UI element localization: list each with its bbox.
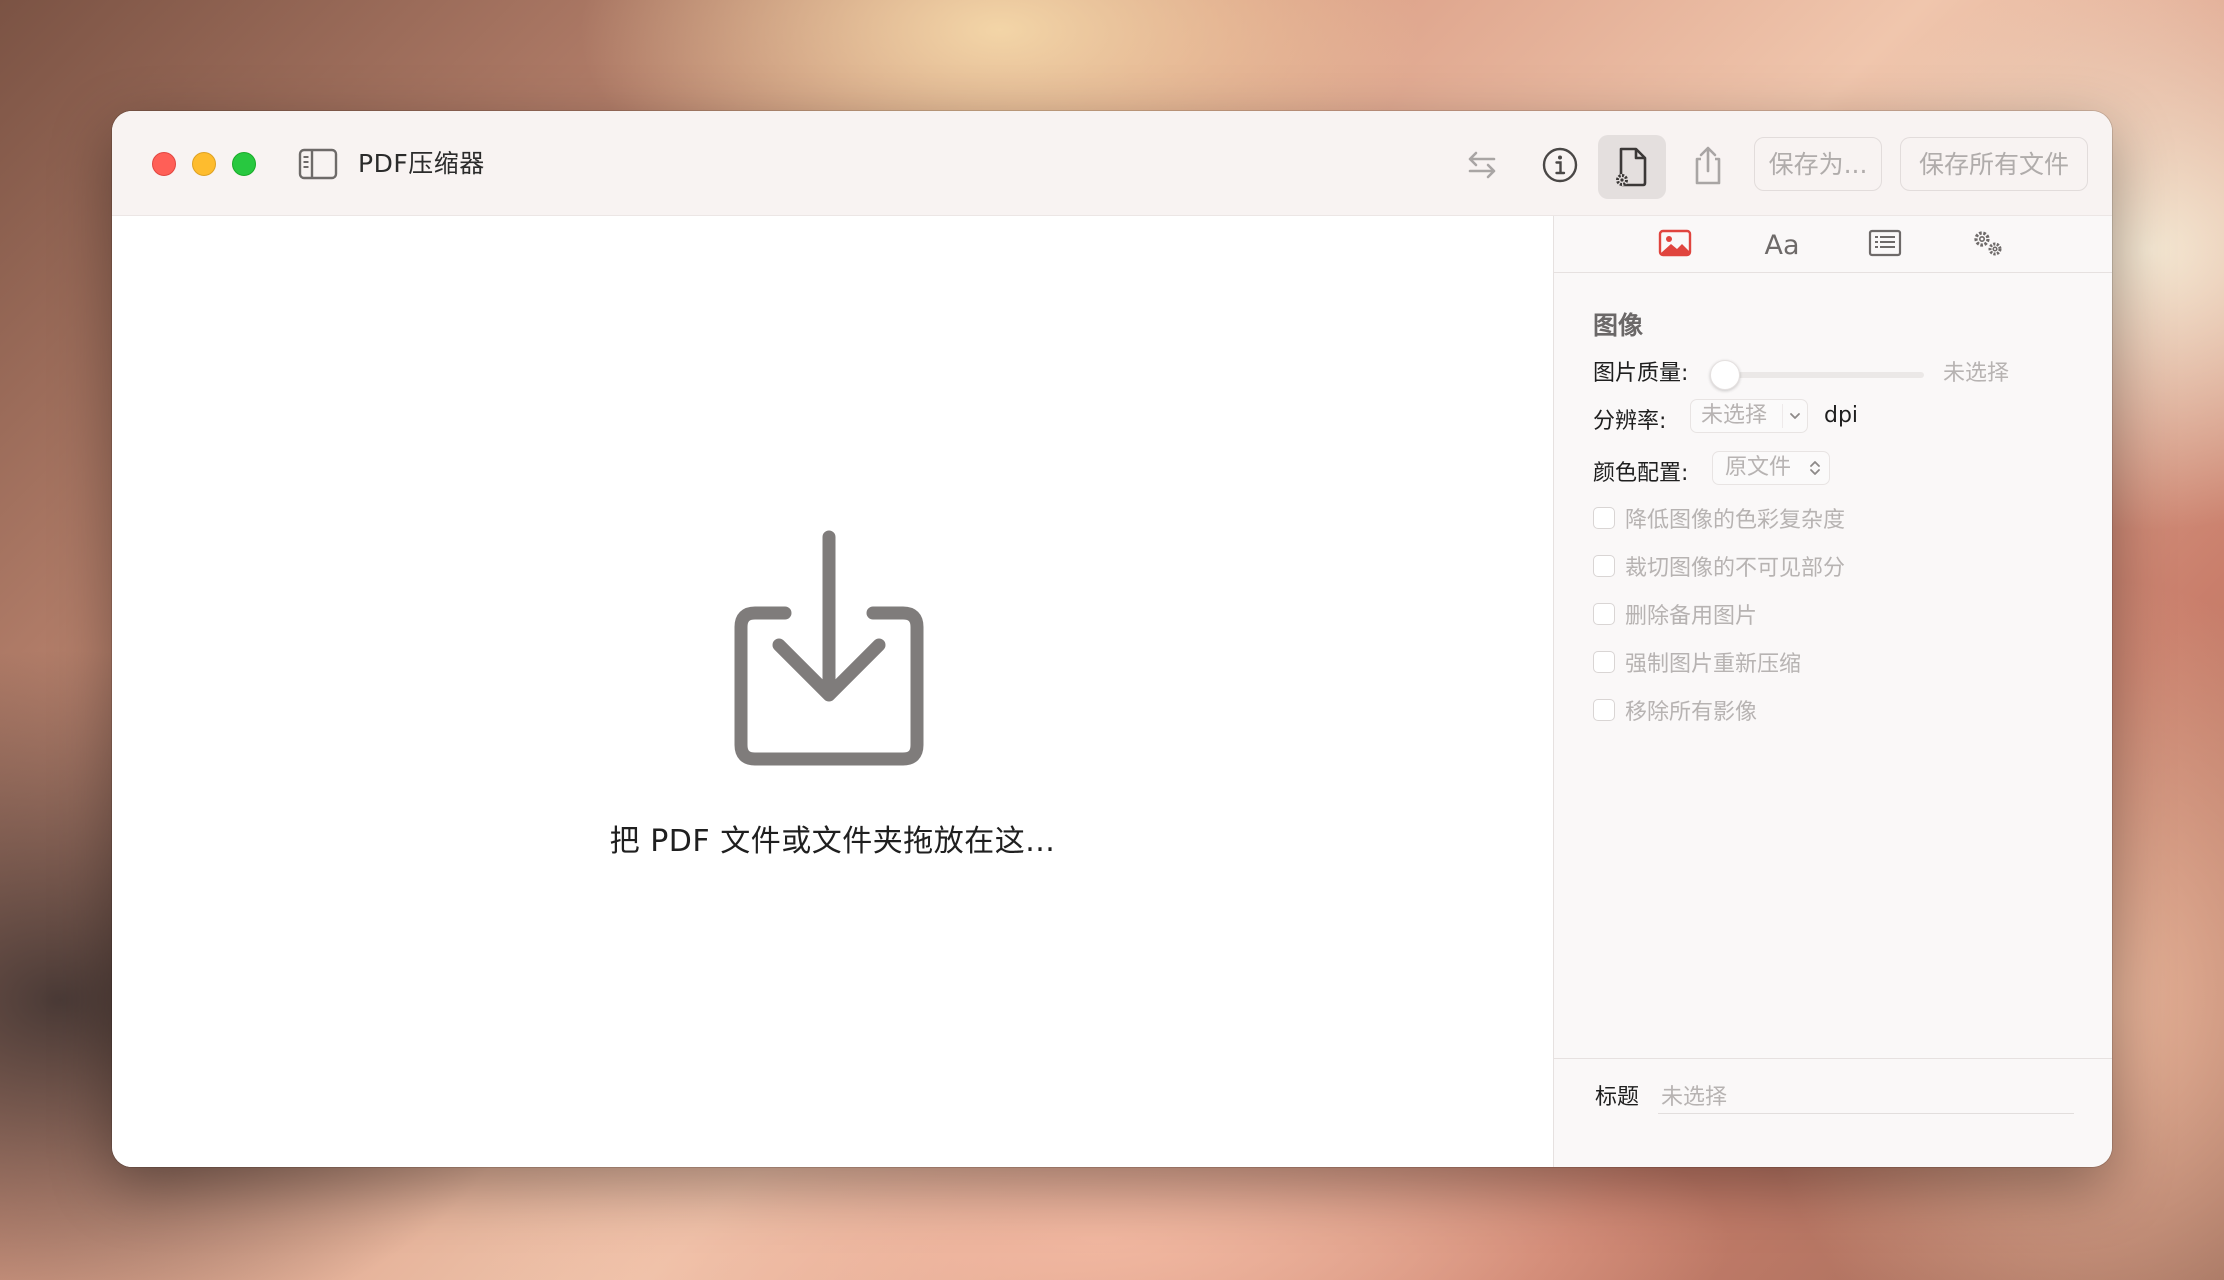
save-as-button[interactable]: 保存为... bbox=[1754, 137, 1882, 191]
checkbox-label: 裁切图像的不可见部分 bbox=[1625, 556, 1846, 581]
drop-instructions: 把 PDF 文件或文件夹拖放在这... bbox=[609, 824, 1056, 859]
resolution-unit: dpi bbox=[1824, 403, 1859, 428]
checkbox[interactable] bbox=[1593, 603, 1615, 625]
minimize-window-button[interactable] bbox=[192, 152, 216, 176]
image-quality-slider-knob[interactable] bbox=[1710, 360, 1740, 390]
text-list-icon bbox=[1868, 229, 1902, 261]
inspector-tabs: Aa bbox=[1554, 216, 2112, 273]
metadata-bar: 标题 未选择 bbox=[1554, 1058, 2112, 1167]
app-window: PDF压缩器 保存为... 保存所有文件 把 PDF 文件或文件夹拖放在这...… bbox=[112, 111, 2112, 1167]
checkbox-reduce-color-complexity[interactable]: 降低图像的色彩复杂度 bbox=[1593, 503, 1845, 533]
tab-fonts[interactable]: Aa bbox=[1754, 226, 1810, 264]
tab-advanced[interactable] bbox=[1968, 226, 2008, 264]
title-field-underline bbox=[1658, 1113, 2074, 1114]
close-window-button[interactable] bbox=[152, 152, 176, 176]
checkbox-label: 降低图像的色彩复杂度 bbox=[1625, 508, 1846, 533]
checkbox-label: 删除备用图片 bbox=[1625, 604, 1758, 629]
resolution-combobox[interactable]: 未选择 bbox=[1690, 399, 1808, 433]
section-title-image: 图像 bbox=[1593, 311, 1644, 340]
font-icon: Aa bbox=[1764, 229, 1800, 261]
chevron-down-icon[interactable] bbox=[1782, 404, 1807, 428]
zoom-window-button[interactable] bbox=[232, 152, 256, 176]
resolution-value: 未选择 bbox=[1701, 403, 1768, 428]
checkbox[interactable] bbox=[1593, 507, 1615, 529]
title-bar: PDF压缩器 保存为... 保存所有文件 bbox=[112, 111, 2112, 216]
document-settings-icon[interactable] bbox=[1598, 135, 1666, 199]
checkbox-force-recompress[interactable]: 强制图片重新压缩 bbox=[1593, 647, 1801, 677]
checkbox[interactable] bbox=[1593, 651, 1615, 673]
window-title: PDF压缩器 bbox=[358, 149, 485, 178]
info-icon[interactable] bbox=[1536, 141, 1584, 189]
gears-icon bbox=[1970, 228, 2006, 262]
share-icon[interactable] bbox=[1684, 141, 1732, 189]
tab-image[interactable] bbox=[1655, 226, 1695, 264]
title-field-label: 标题 bbox=[1595, 1085, 1640, 1110]
checkbox-crop-invisible-parts[interactable]: 裁切图像的不可见部分 bbox=[1593, 551, 1845, 581]
title-field-input[interactable]: 未选择 bbox=[1661, 1079, 1727, 1111]
image-quality-label: 图片质量: bbox=[1593, 361, 1689, 386]
checkbox-label: 强制图片重新压缩 bbox=[1625, 652, 1802, 677]
swap-arrows-icon[interactable] bbox=[1458, 141, 1506, 189]
checkbox-remove-all-images[interactable]: 移除所有影像 bbox=[1593, 695, 1757, 725]
drop-zone[interactable]: 把 PDF 文件或文件夹拖放在这... bbox=[112, 216, 1553, 1167]
resolution-label: 分辨率: bbox=[1593, 409, 1667, 434]
tab-text[interactable] bbox=[1865, 226, 1905, 264]
color-profile-value: 原文件 bbox=[1725, 455, 1792, 480]
image-quality-slider-track[interactable] bbox=[1724, 372, 1924, 378]
color-profile-select[interactable]: 原文件 bbox=[1712, 451, 1830, 485]
image-icon bbox=[1658, 229, 1692, 261]
inspector-panel: Aa 图像 图片质量: 未选择 分辨率: 未选择 dpi 颜色配置: 原文件 降… bbox=[1553, 216, 2112, 1167]
image-quality-value: 未选择 bbox=[1943, 361, 2010, 386]
save-all-files-button[interactable]: 保存所有文件 bbox=[1900, 137, 2088, 191]
up-down-chevron-icon bbox=[1805, 456, 1825, 480]
checkbox-remove-alternate-images[interactable]: 删除备用图片 bbox=[1593, 599, 1757, 629]
color-profile-label: 颜色配置: bbox=[1593, 461, 1689, 486]
sidebar-toggle-icon[interactable] bbox=[298, 148, 338, 180]
checkbox[interactable] bbox=[1593, 699, 1615, 721]
checkbox-label: 移除所有影像 bbox=[1625, 700, 1758, 725]
download-tray-icon bbox=[729, 527, 929, 777]
checkbox[interactable] bbox=[1593, 555, 1615, 577]
